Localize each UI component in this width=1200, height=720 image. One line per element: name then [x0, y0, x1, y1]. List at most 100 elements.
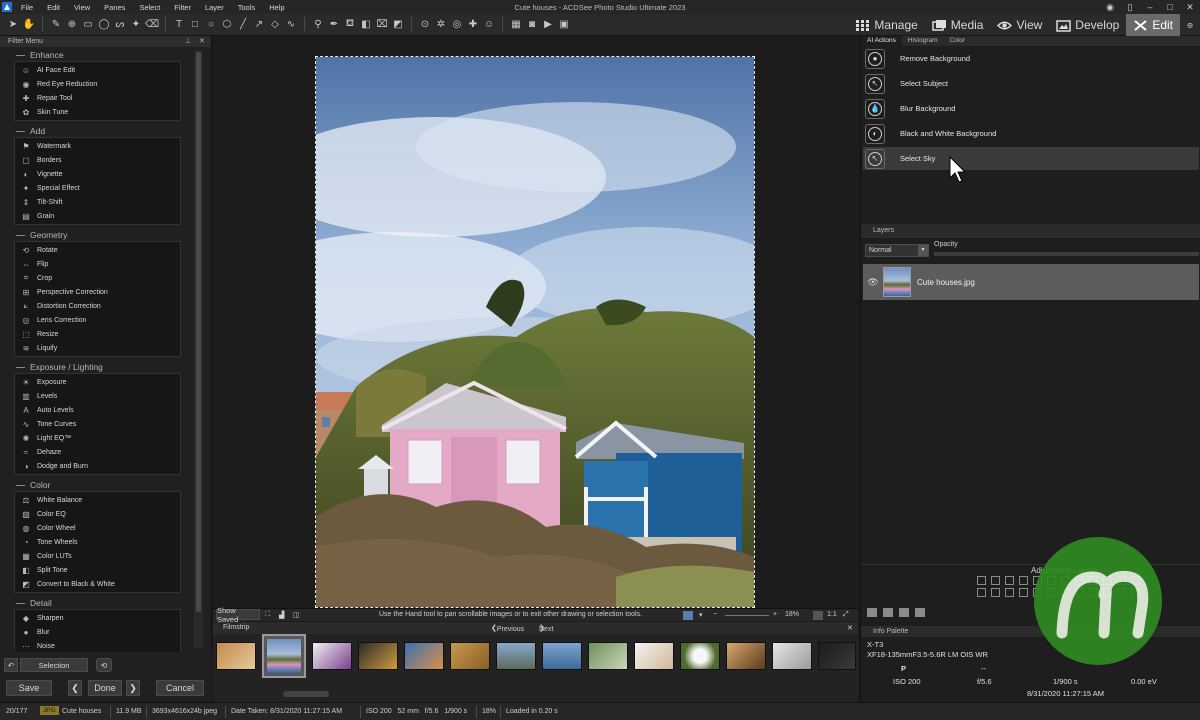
- pointer-tool-icon[interactable]: ➤: [6, 17, 20, 31]
- cancel-button[interactable]: Cancel: [156, 680, 204, 696]
- filter-item-watermark[interactable]: ⚑ Watermark: [15, 139, 180, 153]
- menu-help[interactable]: Help: [262, 3, 291, 12]
- filter-item-distortion-correction[interactable]: ⟀ Distortion Correction: [15, 299, 180, 313]
- filmstrip-thumb[interactable]: [680, 642, 720, 670]
- layer-row[interactable]: 👁 Cute houses.jpg: [863, 264, 1199, 300]
- ai-select-sky[interactable]: ↖ Select Sky: [863, 147, 1199, 170]
- rectangle-tool-icon[interactable]: □: [188, 17, 202, 31]
- adj-icon[interactable]: [991, 588, 1000, 597]
- filter-item-rotate[interactable]: ⟲ Rotate: [15, 243, 180, 257]
- rect-select-icon[interactable]: ▭: [81, 17, 95, 31]
- adj-icon[interactable]: [1005, 576, 1014, 585]
- show-saved-button[interactable]: Show Saved: [216, 606, 260, 624]
- image-canvas[interactable]: [213, 36, 858, 608]
- heal-tool-icon[interactable]: ✚: [466, 17, 480, 31]
- filter-item-white-balance[interactable]: ⚖ White Balance: [15, 493, 180, 507]
- panel-toggle-icon[interactable]: ▯: [1124, 1, 1136, 13]
- lasso-tool-icon[interactable]: ᔕ: [113, 17, 127, 31]
- filmstrip-thumb[interactable]: [216, 642, 256, 670]
- opacity-slider[interactable]: [934, 252, 1199, 256]
- filter-item-resize[interactable]: ⬚ Resize: [15, 327, 180, 341]
- filter-item-borders[interactable]: ▢ Borders: [15, 153, 180, 167]
- settings-tool-icon[interactable]: ✲: [434, 17, 448, 31]
- menu-panes[interactable]: Panes: [97, 3, 132, 12]
- zoom-tool-icon[interactable]: ⊙: [418, 17, 432, 31]
- add-layer-icon[interactable]: [883, 607, 893, 617]
- filmstrip-thumb[interactable]: [772, 642, 812, 670]
- filter-item-light-eq[interactable]: ✺ Light EQ™: [15, 431, 180, 445]
- filter-item-lens-correction[interactable]: ◎ Lens Correction: [15, 313, 180, 327]
- arrow-tool-icon[interactable]: ↗: [252, 17, 266, 31]
- menu-file[interactable]: File: [14, 3, 40, 12]
- grid-tool-icon[interactable]: ▦: [509, 17, 523, 31]
- filter-item-exposure[interactable]: ☀ Exposure: [15, 375, 180, 389]
- adj-icon[interactable]: [1019, 588, 1028, 597]
- undo-selection-icon[interactable]: ↶: [4, 658, 18, 672]
- history-icon[interactable]: ⟲: [96, 658, 112, 672]
- blend-mode-select[interactable]: Normal ▾: [865, 244, 929, 257]
- adj-icon[interactable]: [977, 576, 986, 585]
- pin-icon[interactable]: ⊥: [185, 36, 191, 47]
- filmstrip-thumb[interactable]: [358, 642, 398, 670]
- filter-item-perspective-correction[interactable]: ⊞ Perspective Correction: [15, 285, 180, 299]
- filter-group-title[interactable]: Color: [14, 480, 184, 491]
- adj-icon[interactable]: [991, 576, 1000, 585]
- filter-item-skin-tune[interactable]: ✿ Skin Tune: [15, 105, 180, 119]
- filmstrip-thumb[interactable]: [496, 642, 536, 670]
- filter-item-levels[interactable]: ▥ Levels: [15, 389, 180, 403]
- filter-item-red-eye-reduction[interactable]: ◉ Red Eye Reduction: [15, 77, 180, 91]
- close-icon[interactable]: ✕: [1184, 1, 1196, 13]
- filter-group-title[interactable]: Detail: [14, 598, 184, 609]
- filter-item-split-tone[interactable]: ◧ Split Tone: [15, 563, 180, 577]
- clone-tool-icon[interactable]: ⊕: [65, 17, 79, 31]
- filter-item-noise[interactable]: ⋯ Noise: [15, 639, 180, 653]
- filter-item-liquify[interactable]: ≋ Liquify: [15, 341, 180, 355]
- hand-tool-icon[interactable]: ✋: [22, 17, 36, 31]
- red-eye-tool-icon[interactable]: ◎: [450, 17, 464, 31]
- zoom-in-icon[interactable]: +: [773, 611, 777, 618]
- filter-item-crop[interactable]: ⌗ Crop: [15, 271, 180, 285]
- smart-erase-icon[interactable]: ⌫: [145, 17, 159, 31]
- fit-screen-icon[interactable]: ⛶: [265, 611, 270, 619]
- photo-cute-houses[interactable]: [316, 57, 754, 607]
- mode-edit[interactable]: Edit: [1126, 14, 1180, 36]
- filter-item-color-luts[interactable]: ▦ Color LUTs: [15, 549, 180, 563]
- menu-tools[interactable]: Tools: [231, 3, 263, 12]
- previous-link[interactable]: ❮ Previous: [491, 624, 524, 633]
- adj-icon[interactable]: [1019, 576, 1028, 585]
- zoom-out-icon[interactable]: −: [713, 611, 717, 618]
- filter-group-title[interactable]: Add: [14, 126, 184, 137]
- panel-close-icon[interactable]: ✕: [199, 36, 205, 47]
- filter-item-convert-to-black-white[interactable]: ◩ Convert to Black & White: [15, 577, 180, 591]
- zoom-slider[interactable]: [725, 615, 769, 616]
- magic-wand-icon[interactable]: ✦: [129, 17, 143, 31]
- filmstrip-thumb[interactable]: [404, 642, 444, 670]
- ellipse-select-icon[interactable]: ◯: [97, 17, 111, 31]
- mode-manage[interactable]: Manage: [848, 14, 924, 36]
- filmstrip-thumb[interactable]: [634, 642, 674, 670]
- filter-item-color-wheel[interactable]: ◍ Color Wheel: [15, 521, 180, 535]
- save-button[interactable]: Save: [6, 680, 52, 696]
- filmstrip-scrollbar[interactable]: [283, 691, 329, 697]
- filter-group-title[interactable]: Exposure / Lighting: [14, 362, 184, 373]
- filter-item-blur[interactable]: ● Blur: [15, 625, 180, 639]
- filter-item-tone-curves[interactable]: ∿ Tone Curves: [15, 417, 180, 431]
- face-tool-icon[interactable]: ☺: [482, 17, 496, 31]
- ai-blur-background[interactable]: 💧 Blur Background: [863, 97, 1199, 120]
- ai-select-subject[interactable]: ↖ Select Subject: [863, 72, 1199, 95]
- filmstrip-thumb[interactable]: [542, 642, 582, 670]
- filter-item-auto-levels[interactable]: A Auto Levels: [15, 403, 180, 417]
- zoom-dropdown-icon[interactable]: ▾: [699, 611, 703, 619]
- filmstrip-thumb[interactable]: [588, 642, 628, 670]
- filter-item-color-eq[interactable]: ▨ Color EQ: [15, 507, 180, 521]
- filter-group-title[interactable]: Geometry: [14, 230, 184, 241]
- minimize-icon[interactable]: –: [1144, 1, 1156, 13]
- color-swatch-icon[interactable]: ◩: [391, 17, 405, 31]
- ai-black-white-background[interactable]: ◐ Black and White Background: [863, 122, 1199, 145]
- tab-histogram[interactable]: Histogram: [902, 36, 944, 46]
- new-layer-icon[interactable]: [867, 607, 877, 617]
- pen-tool-icon[interactable]: ✒: [327, 17, 341, 31]
- split-view-icon[interactable]: ◫: [293, 611, 300, 619]
- frame-tool-icon[interactable]: ▣: [557, 17, 571, 31]
- gradient-tool-icon[interactable]: ◧: [359, 17, 373, 31]
